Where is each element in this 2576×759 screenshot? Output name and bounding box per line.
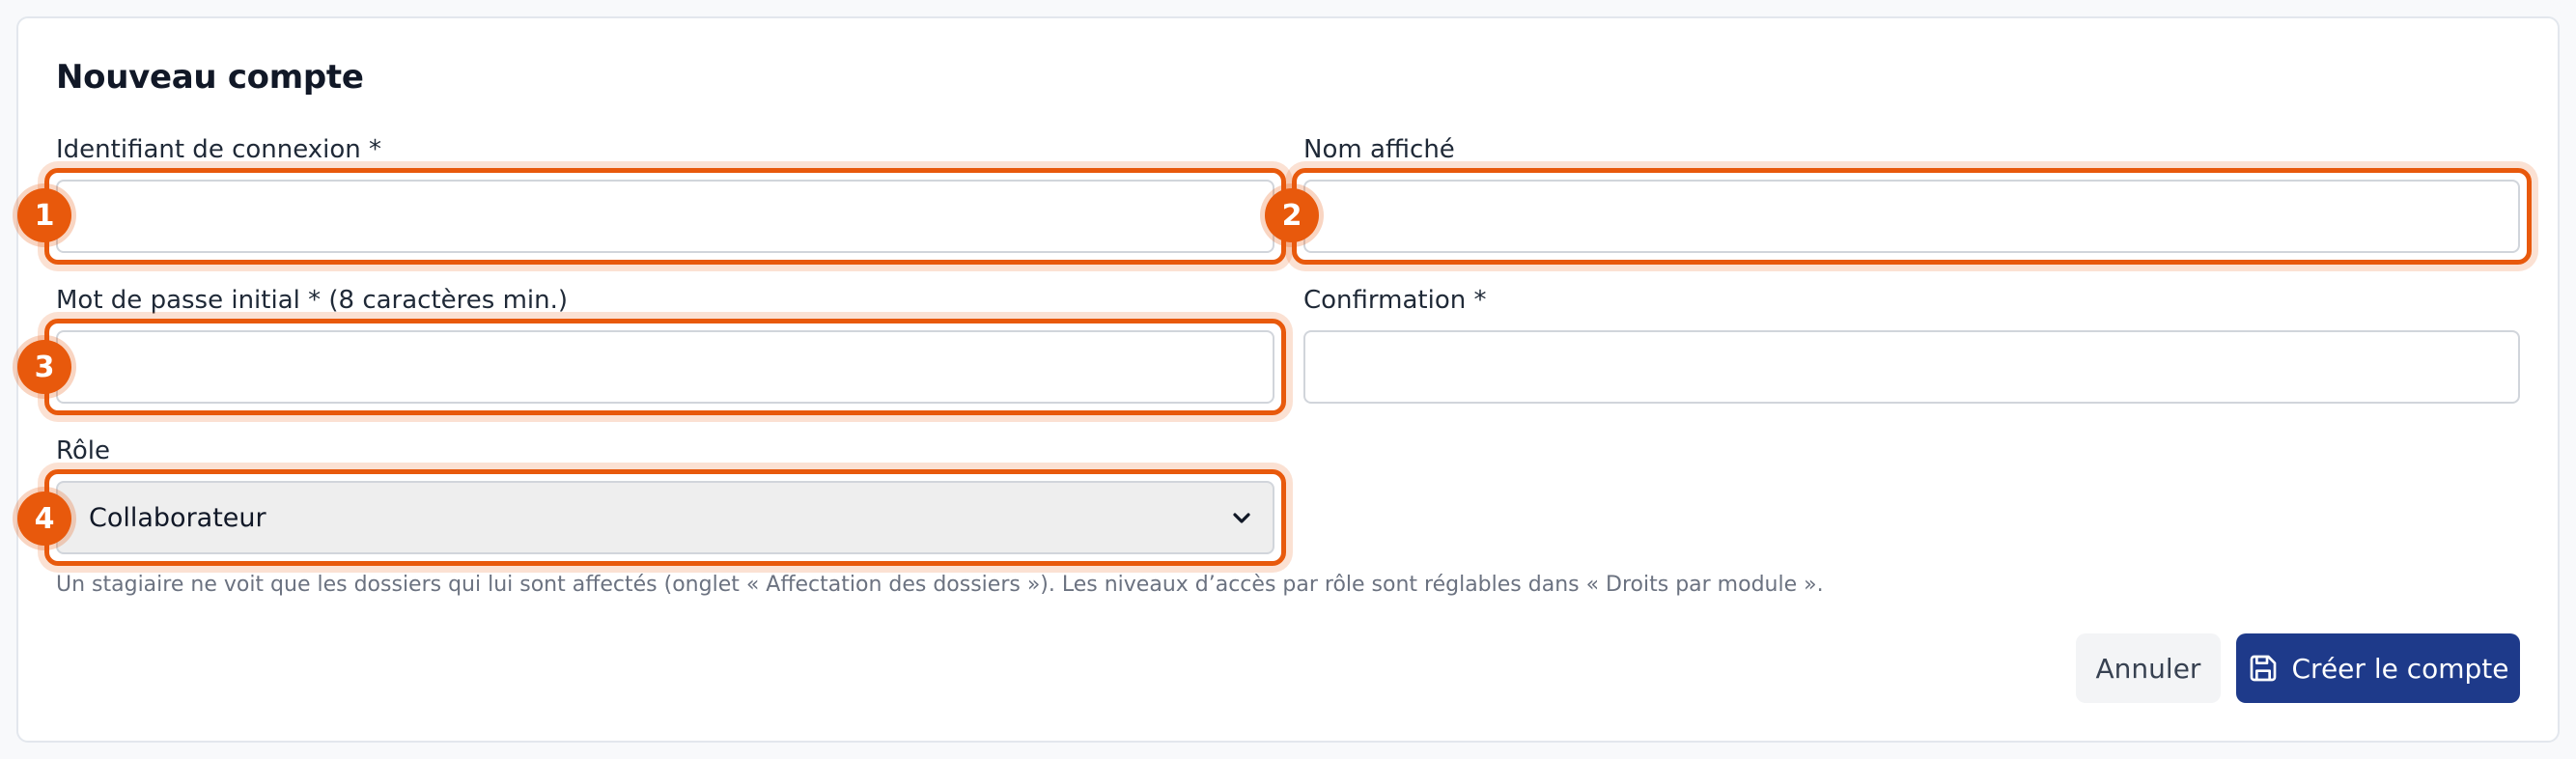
role-select[interactable]: Collaborateur	[56, 481, 1274, 554]
role-help-text: Un stagiaire ne voit que les dossiers qu…	[56, 573, 1824, 597]
role-select-value: Collaborateur	[89, 502, 266, 533]
cancel-button[interactable]: Annuler	[2076, 633, 2221, 703]
create-account-button[interactable]: Créer le compte	[2236, 633, 2520, 703]
create-account-button-label: Créer le compte	[2291, 652, 2509, 685]
confirmation-input[interactable]	[1303, 330, 2520, 404]
confirmation-label: Confirmation *	[1303, 286, 1487, 315]
display-name-label: Nom affiché	[1303, 135, 1455, 164]
marker-badge-2: 2	[1265, 188, 1319, 242]
cancel-button-label: Annuler	[2095, 652, 2201, 685]
password-label: Mot de passe initial * (8 caractères min…	[56, 286, 569, 315]
role-label: Rôle	[56, 436, 111, 465]
display-name-input[interactable]	[1303, 180, 2520, 253]
login-label: Identifiant de connexion *	[56, 135, 382, 164]
page-title: Nouveau compte	[56, 58, 364, 97]
save-icon	[2250, 655, 2276, 682]
chevron-down-icon	[1233, 513, 1250, 523]
marker-badge-1: 1	[17, 188, 71, 242]
password-input[interactable]	[56, 330, 1274, 404]
marker-badge-3: 3	[17, 340, 71, 394]
marker-badge-4: 4	[17, 492, 71, 546]
login-input[interactable]	[56, 180, 1274, 253]
